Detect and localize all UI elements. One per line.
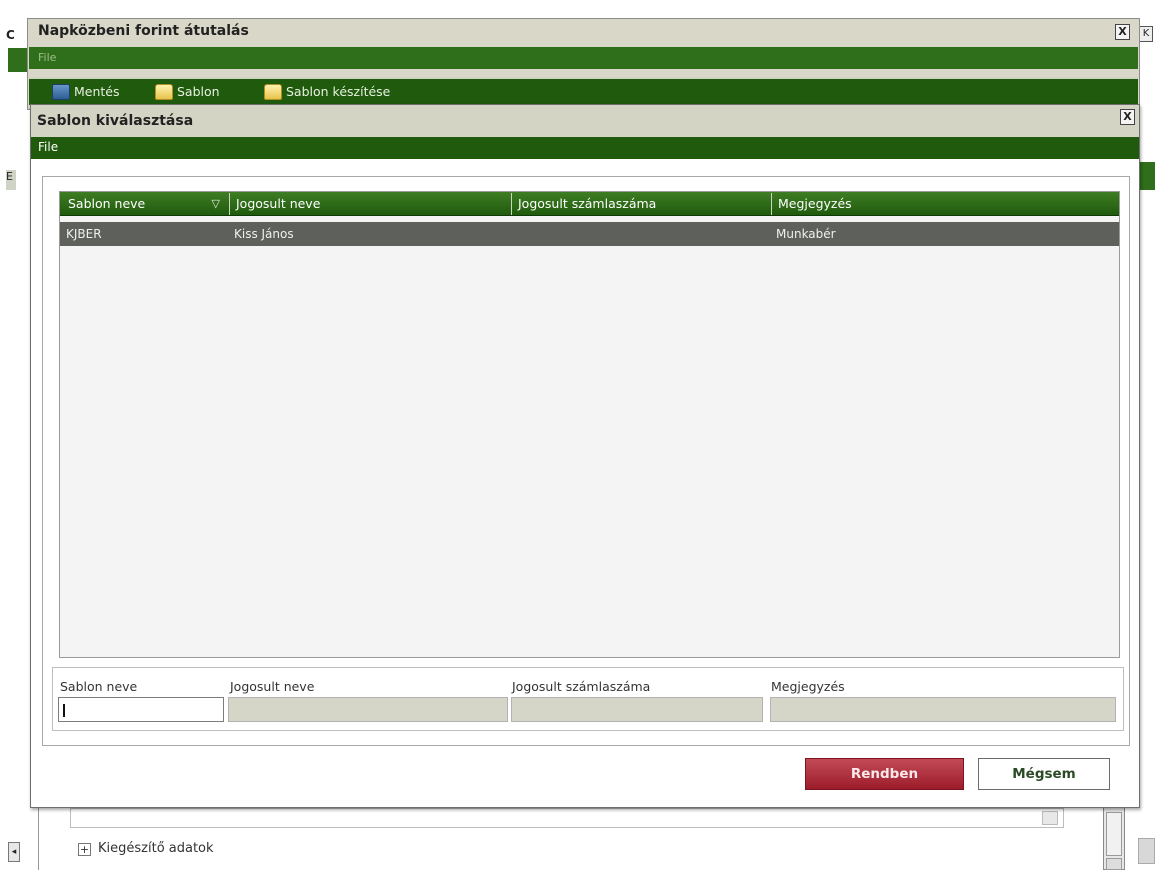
create-template-button[interactable]: Sablon készítése bbox=[264, 84, 391, 100]
cell-note: Munkabér bbox=[776, 227, 836, 241]
folder-icon bbox=[155, 84, 173, 100]
background-header-fragment bbox=[1138, 162, 1155, 190]
template-name-filter-input[interactable] bbox=[58, 697, 224, 722]
cell-account-number bbox=[510, 222, 770, 246]
note-input[interactable] bbox=[771, 698, 1115, 721]
beneficiary-name-filter-input[interactable] bbox=[228, 697, 508, 722]
template-dialog-title: Sablon kiválasztása bbox=[37, 113, 194, 129]
background-scroll-down-icon[interactable] bbox=[1106, 858, 1122, 870]
template-menu-file[interactable]: File bbox=[38, 140, 58, 154]
background-field-button[interactable] bbox=[1042, 811, 1058, 825]
text-caret bbox=[63, 704, 65, 717]
template-name-input[interactable] bbox=[59, 698, 223, 721]
column-header-note[interactable]: Megjegyzés bbox=[771, 193, 1118, 215]
account-number-input[interactable] bbox=[512, 698, 762, 721]
save-icon bbox=[52, 84, 70, 100]
column-header-label: Megjegyzés bbox=[778, 196, 852, 211]
transfer-dialog-title: Napközbeni forint átutalás bbox=[38, 23, 249, 39]
filter-label-note: Megjegyzés bbox=[771, 679, 845, 694]
background-title-fragment: C bbox=[6, 28, 15, 42]
transfer-menu-file[interactable]: File bbox=[38, 51, 56, 64]
filter-label-account-number: Jogosult számlaszáma bbox=[512, 679, 651, 694]
template-label: Sablon bbox=[177, 84, 220, 99]
cancel-button[interactable]: Mégsem bbox=[978, 758, 1110, 790]
folder-add-icon bbox=[264, 84, 282, 100]
account-number-filter-input[interactable] bbox=[511, 697, 763, 722]
expand-plus-icon[interactable]: + bbox=[78, 843, 91, 856]
ok-button[interactable]: Rendben bbox=[805, 758, 964, 790]
background-scrollbar-thumb[interactable] bbox=[1106, 812, 1122, 856]
background-edge-fragment bbox=[1138, 838, 1155, 864]
background-close-icon[interactable]: K bbox=[1139, 26, 1153, 42]
column-header-label: Jogosult számlaszáma bbox=[518, 196, 657, 211]
column-header-beneficiary-name[interactable]: Jogosult neve bbox=[229, 193, 509, 215]
template-grid[interactable] bbox=[59, 191, 1120, 658]
cell-beneficiary-name: Kiss János bbox=[234, 227, 294, 241]
transfer-dialog-menubar bbox=[29, 47, 1138, 69]
background-text-field[interactable] bbox=[70, 808, 1064, 828]
column-header-template-name[interactable]: Sablon neve ▽ bbox=[62, 193, 228, 215]
additional-data-label[interactable]: Kiegészítő adatok bbox=[98, 841, 214, 856]
save-button[interactable]: Mentés bbox=[52, 84, 120, 100]
template-button[interactable]: Sablon bbox=[155, 84, 220, 100]
column-header-label: Jogosult neve bbox=[236, 196, 321, 211]
save-label: Mentés bbox=[74, 84, 120, 99]
create-template-label: Sablon készítése bbox=[286, 84, 391, 99]
cell-template-name: KJBER bbox=[66, 227, 102, 241]
background-menubar-fragment bbox=[8, 48, 28, 72]
template-dialog-close-icon[interactable]: X bbox=[1120, 109, 1135, 125]
note-filter-input[interactable] bbox=[770, 697, 1116, 722]
template-dialog-menubar bbox=[31, 137, 1139, 159]
transfer-dialog-close-icon[interactable]: X bbox=[1115, 24, 1130, 40]
background-label-fragment: E bbox=[6, 170, 16, 190]
column-header-label: Sablon neve bbox=[68, 196, 146, 211]
beneficiary-name-input[interactable] bbox=[229, 698, 507, 721]
filter-label-template-name: Sablon neve bbox=[60, 679, 138, 694]
background-scroll-left-icon[interactable]: ◂ bbox=[8, 842, 20, 862]
column-header-account-number[interactable]: Jogosult számlaszáma bbox=[511, 193, 769, 215]
sort-descending-icon[interactable]: ▽ bbox=[212, 193, 220, 215]
filter-label-beneficiary-name: Jogosult neve bbox=[230, 679, 315, 694]
